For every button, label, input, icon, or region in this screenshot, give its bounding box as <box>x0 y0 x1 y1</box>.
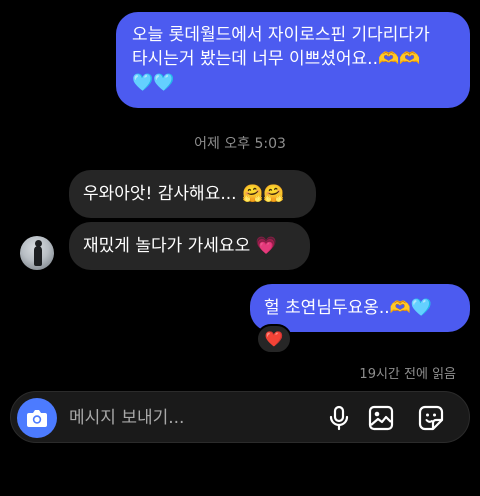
message-input[interactable] <box>69 406 269 430</box>
heart-hands-blue-heart-emoji: 🫶🩵 <box>389 298 433 318</box>
message-timestamp: 어제 오후 5:03 <box>194 136 286 152</box>
hugging-face-emoji: 🤗🤗 <box>241 184 285 204</box>
incoming-message-2-text: 재밌게 놀다가 가세요오 <box>83 236 251 256</box>
gallery-button[interactable] <box>367 404 395 432</box>
image-gallery-icon <box>368 405 394 431</box>
light-blue-heart-emoji: 🩵🩵 <box>132 73 175 93</box>
outgoing-message-2-text: 헐 초연님두요옹.. <box>264 298 390 318</box>
sticker-button[interactable] <box>417 404 445 432</box>
message-composer <box>10 391 470 443</box>
sticker-icon <box>418 405 444 431</box>
microphone-button[interactable] <box>325 404 353 432</box>
camera-button[interactable] <box>17 398 57 438</box>
microphone-icon <box>329 405 349 431</box>
avatar-figure <box>34 240 42 266</box>
incoming-message-1-text: 우와아앗! 감사해요... <box>83 184 237 204</box>
message-line-1: 오늘 롯데월드에서 자이로스핀 기다리다가 <box>132 25 430 45</box>
sender-avatar[interactable] <box>20 236 54 270</box>
incoming-message-1[interactable]: 우와아앗! 감사해요... 🤗🤗 <box>69 170 316 218</box>
camera-icon <box>27 410 47 427</box>
outgoing-message-1[interactable]: 오늘 롯데월드에서 자이로스핀 기다리다가 타시는거 봤는데 너무 이쁘셨어요.… <box>116 12 470 108</box>
heart-reaction[interactable]: ❤️ <box>256 324 292 354</box>
heart-hands-emoji: 🫶🫶 <box>377 49 421 69</box>
growing-heart-emoji: 💗 <box>255 236 277 256</box>
message-line-2: 타시는거 봤는데 너무 이쁘셨어요.. <box>132 49 378 69</box>
incoming-message-2[interactable]: 재밌게 놀다가 가세요오 💗 <box>69 222 310 270</box>
seen-status: 19시간 전에 읽음 <box>359 367 456 382</box>
bottom-safe-area <box>0 470 480 496</box>
